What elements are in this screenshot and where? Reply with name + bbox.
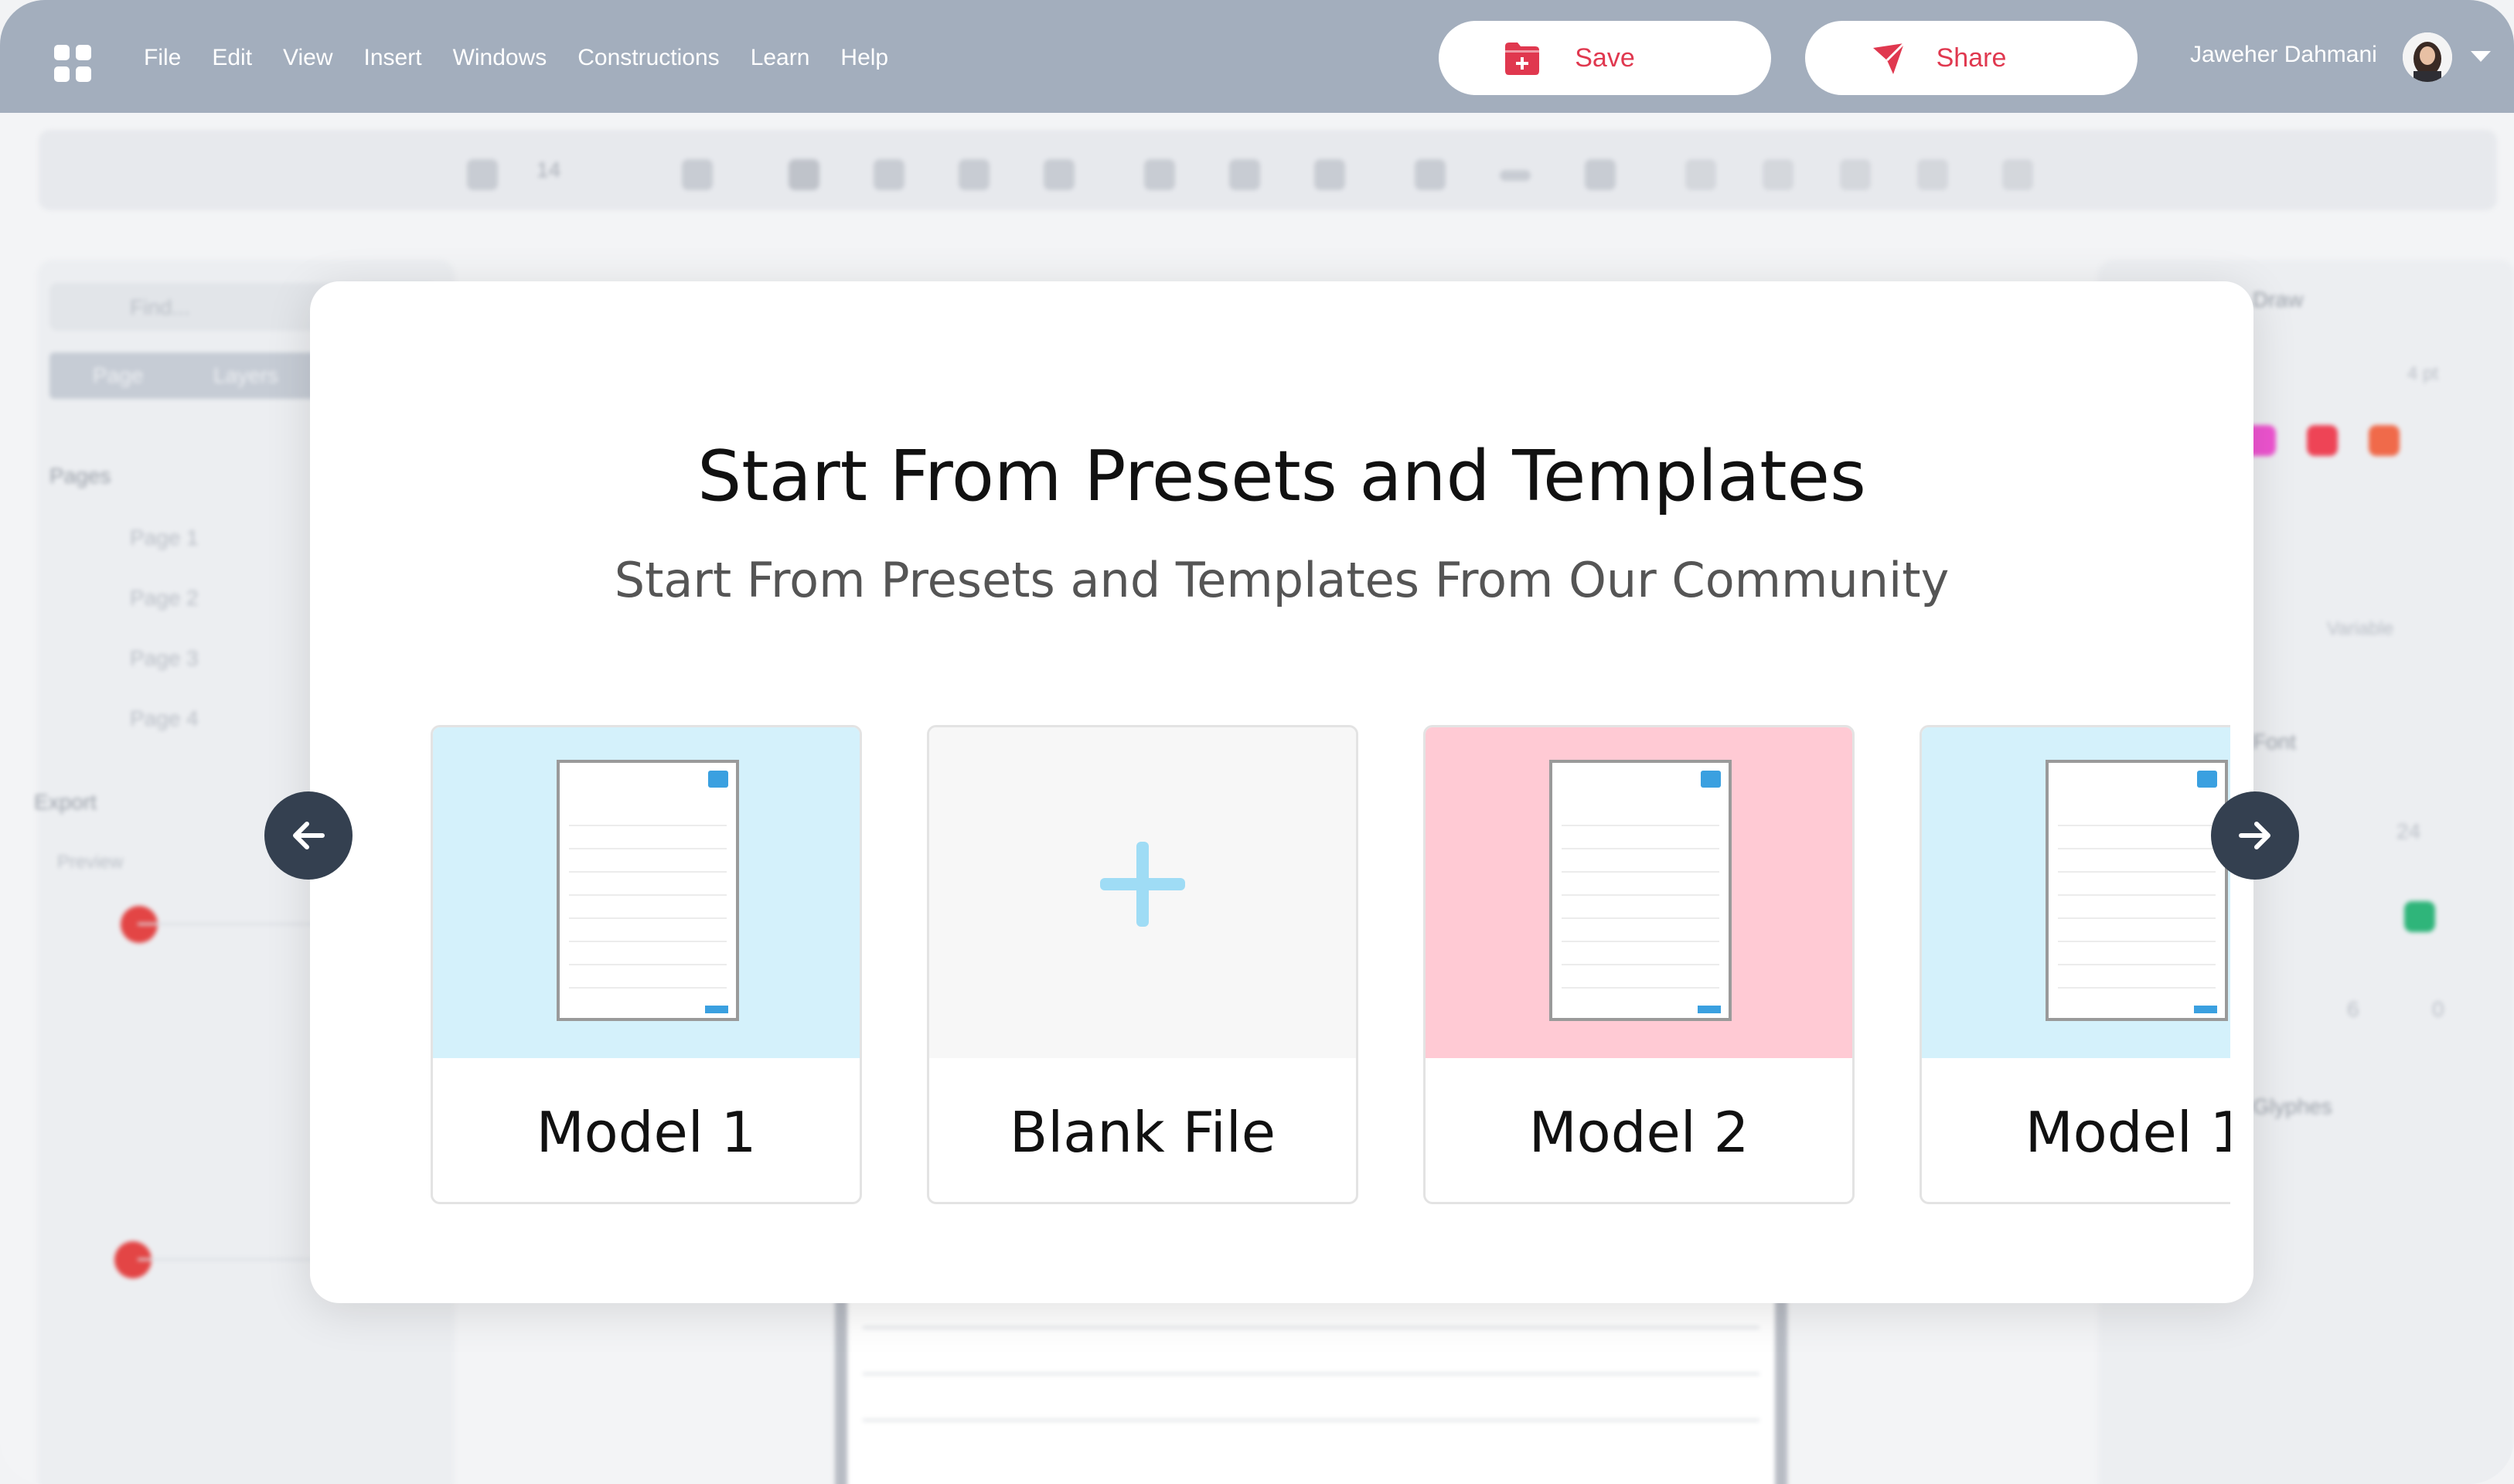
avatar-photo-icon [2403,32,2452,82]
tab-page: Page [93,363,144,387]
variable-label: Variable [2327,618,2394,639]
apps-grid-icon[interactable] [54,45,91,82]
card-thumbnail [433,727,860,1058]
card-label: Model 2 [1528,1100,1749,1165]
eraser-icon [874,159,904,190]
color-swatch [2404,901,2435,932]
card-thumbnail [1922,727,2230,1058]
table-icon [1314,159,1345,190]
menu-learn[interactable]: Learn [751,45,810,71]
card-label: Model 1 [2025,1100,2230,1165]
page-item-3: Page 3 [130,646,199,670]
template-card-model-1-copy[interactable]: Model 1 [1920,725,2230,1204]
top-bar: File Edit View Insert Windows Constructi… [0,0,2514,113]
template-card-model-1[interactable]: Model 1 [431,725,862,1204]
document-preview-icon [1549,760,1732,1021]
page-item-1: Page 1 [130,526,199,550]
shape-icon [682,159,713,190]
align-center-icon [1763,159,1794,190]
justify-icon [1917,159,1948,190]
template-card-model-2[interactable]: Model 2 [1423,725,1855,1204]
menu-constructions[interactable]: Constructions [577,45,719,71]
template-card-blank-file[interactable]: Blank File [927,725,1358,1204]
tab-layers: Layers [213,363,279,387]
grid-icon [1144,159,1175,190]
stroke-width-value: 4 pt [2407,363,2439,384]
templates-modal: Start From Presets and Templates Start F… [310,281,2253,1303]
document-preview-icon [557,760,739,1021]
arrow-right-icon [2239,822,2270,849]
draw-heading: Draw [2253,288,2304,311]
save-button[interactable]: Save [1439,21,1771,95]
number-a: 6 [2347,997,2359,1021]
rule-line [863,1419,1759,1421]
glyphs-heading: Glyphes [2253,1094,2332,1118]
share-button[interactable]: Share [1805,21,2138,95]
menu-help[interactable]: Help [840,45,888,71]
align-left-icon [1685,159,1716,190]
card-thumbnail [1426,727,1852,1058]
rule-line [863,1326,1759,1329]
carousel-next-button[interactable] [2211,791,2299,880]
avatar[interactable] [2403,32,2452,82]
font-heading: Font [2253,730,2297,754]
modal-subtitle: Start From Presets and Templates From Ou… [614,552,1950,608]
menu-insert[interactable]: Insert [364,45,422,71]
menu-view[interactable]: View [283,45,332,71]
user-menu-caret-icon[interactable] [2471,51,2491,62]
user-name: Jaweher Dahmani [2190,42,2377,67]
font-icon [467,159,498,190]
color-swatch [2307,425,2338,456]
menu-windows[interactable]: Windows [453,45,547,71]
canvas-page [835,1295,1787,1484]
crop-icon [1044,159,1075,190]
document-preview-icon [2046,760,2228,1021]
person-icon [1585,159,1616,190]
modal-title: Start From Presets and Templates [697,436,1866,517]
pen-icon [789,159,819,190]
line-icon [1500,170,1531,181]
columns-icon [2002,159,2033,190]
pages-heading: Pages [49,464,111,488]
plus-icon [1100,842,1185,927]
arrow-left-icon [293,822,325,849]
number-b: 0 [2432,997,2444,1021]
save-button-label: Save [1575,43,1635,73]
menu-edit[interactable]: Edit [212,45,252,71]
carousel-prev-button[interactable] [264,791,353,880]
page-item-2: Page 2 [130,586,199,610]
image-icon [1415,159,1446,190]
font-size-select: 24 [2396,819,2421,843]
align-right-icon [1840,159,1871,190]
folder-add-icon [1505,43,1539,75]
ruler-icon [1229,159,1260,190]
find-placeholder: Find... [130,295,190,319]
preview-label: Preview [57,852,124,873]
share-icon [1873,42,1906,74]
select-icon [959,159,990,190]
app-window: File Edit View Insert Windows Constructi… [0,0,2514,1484]
menu-file[interactable]: File [144,45,181,71]
font-size-value: 14 [537,158,561,182]
share-button-label: Share [1936,43,2007,73]
main-menu: File Edit View Insert Windows Constructi… [144,45,919,71]
card-thumbnail [929,727,1356,1058]
card-label: Blank File [1009,1100,1276,1165]
card-label: Model 1 [536,1100,757,1165]
template-carousel: Model 1 Blank File Model 2 Model 1 [431,725,2230,1213]
color-swatch [2369,425,2400,456]
page-item-4: Page 4 [130,706,199,730]
export-heading: Export [34,790,97,814]
rule-line [863,1373,1759,1375]
tool-bar: 14 [39,130,2497,210]
